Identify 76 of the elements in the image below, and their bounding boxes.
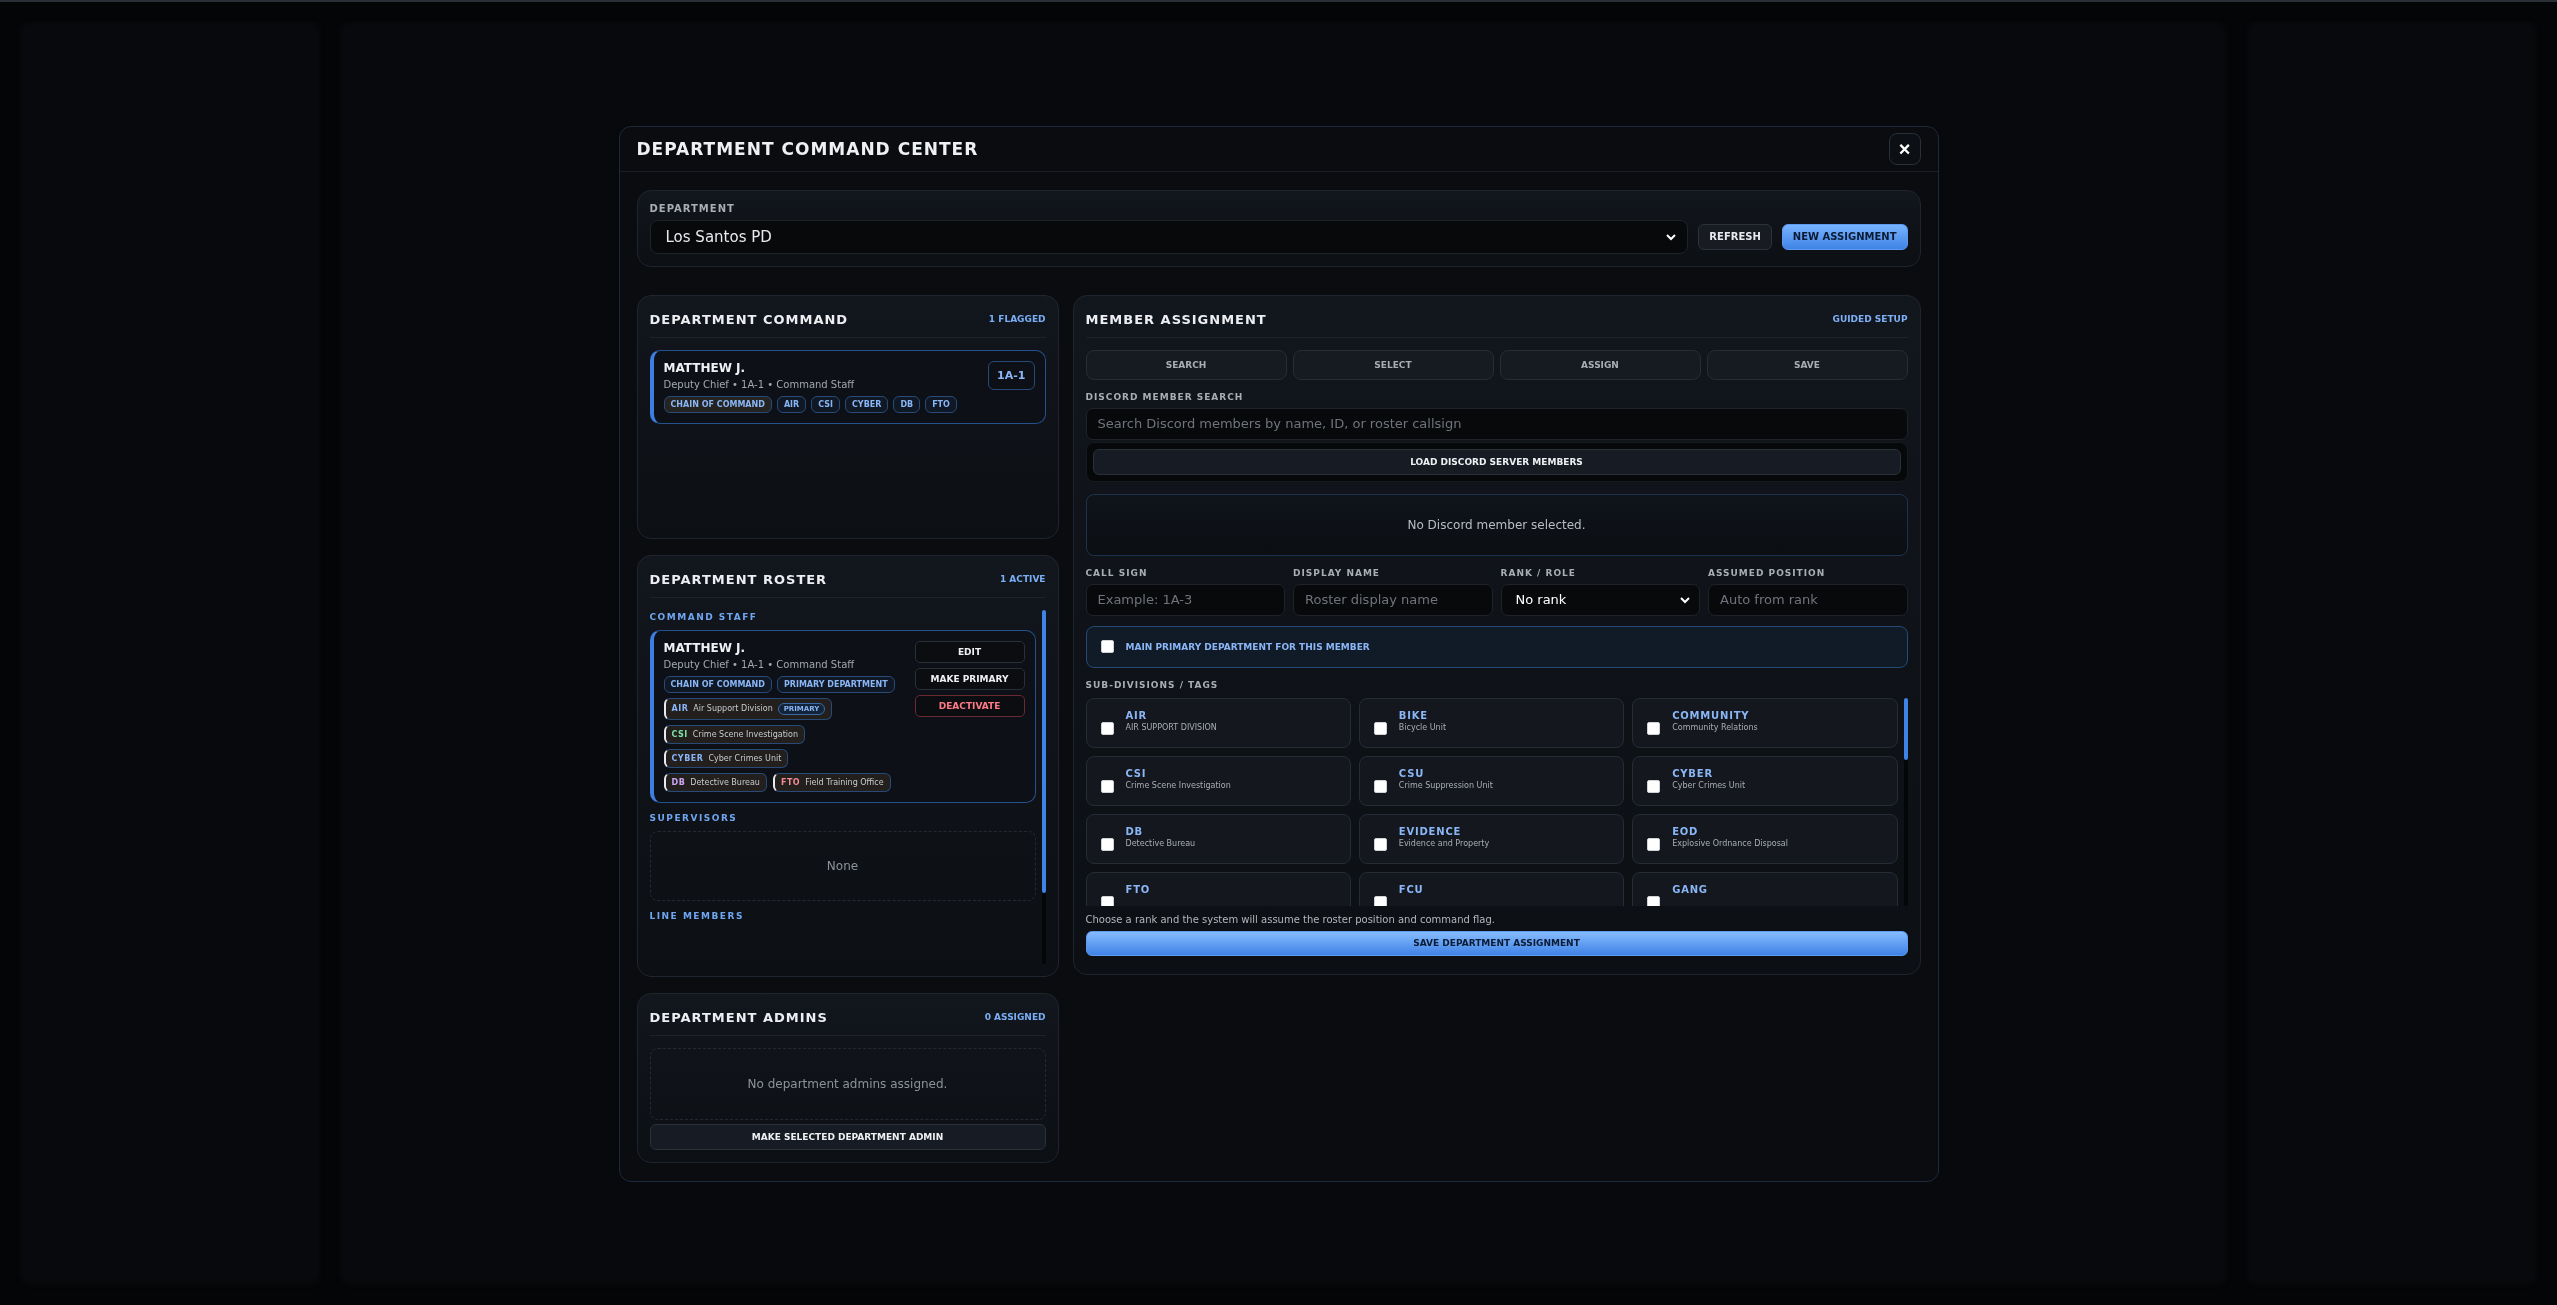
tag-chip: AIR [776, 395, 807, 413]
rank-select[interactable]: No rank [1500, 583, 1700, 616]
tag-option[interactable]: COMMUNITY Community Relations [1632, 697, 1898, 748]
tag-option[interactable]: CSI Crime Scene Investigation [1085, 755, 1351, 806]
member-card[interactable] [649, 629, 1036, 803]
tag-option[interactable]: EOD Explosive Ordnance Disposal [1632, 813, 1898, 864]
tag-chip: CHAIN OF COMMAND [663, 395, 772, 413]
tag-chip: DB [893, 395, 921, 413]
field-label: DISPLAY NAME [1293, 567, 1381, 578]
active-count: 1 ACTIVE [999, 574, 1046, 584]
panel-title: DEPARTMENT COMMAND [649, 311, 849, 327]
tag-chip: CYBER [845, 395, 889, 413]
input-field[interactable]: Example: 1A-3 [1085, 583, 1285, 616]
step-tab[interactable]: SEARCH [1085, 349, 1287, 380]
scrollbar[interactable] [1903, 697, 1908, 906]
assigned-count: 0 ASSIGNED [984, 1012, 1046, 1022]
tag-chip: CSI [811, 395, 840, 413]
close-button[interactable]: × [1888, 132, 1921, 165]
field-label: DISCORD MEMBER SEARCH [1085, 391, 1245, 402]
modal-title: DEPARTMENT COMMAND CENTER [636, 138, 979, 159]
primary-department-checkbox[interactable]: MAIN PRIMARY DEPARTMENT FOR THIS MEMBER [1085, 625, 1908, 668]
field-label: CALL SIGN [1085, 567, 1149, 578]
division-chip: CYBER Cyber Crimes Unit [663, 748, 789, 768]
department-select[interactable]: Los Santos PD [649, 219, 1689, 254]
member-details: Deputy Chief • 1A-1 • Command Staff [663, 658, 856, 670]
tag-chip: CHAIN OF COMMAND [663, 675, 772, 693]
guided-setup-link[interactable]: GUIDED SETUP [1832, 314, 1908, 324]
tag-option[interactable]: EVIDENCE Evidence and Property [1358, 813, 1625, 864]
member-name: MATTHEW J. [663, 640, 747, 655]
step-tab[interactable]: ASSIGN [1499, 349, 1701, 380]
group-heading: SUPERVISORS [649, 812, 739, 823]
tag-chip: PRIMARY DEPARTMENT [776, 675, 895, 693]
group-heading: COMMAND STAFF [649, 611, 759, 622]
hint-text: Choose a rank and the system will assume the roster position and command flag. [1085, 913, 1496, 925]
tag-option[interactable]: FCU [1358, 871, 1625, 906]
member-card[interactable]: MATTHEW J. Deputy Chief • 1A-1 • Command Staff CHAIN OF COMMAND AIR CSI CYBER DB FTO 1A-1 [649, 349, 1046, 424]
search-field[interactable]: Search Discord members by name, ID, or roster callsign [1085, 407, 1908, 440]
scrollbar[interactable] [1041, 609, 1046, 964]
action-button[interactable]: EDIT [914, 640, 1025, 663]
tag-chip: FTO [925, 395, 957, 413]
field-label: SUB-DIVISIONS / TAGS [1085, 679, 1220, 690]
tag-option[interactable]: DB Detective Bureau [1085, 813, 1351, 864]
tag-option[interactable]: GANG [1632, 871, 1898, 906]
step-tab[interactable]: SELECT [1292, 349, 1494, 380]
load-members-button[interactable]: LOAD DISCORD SERVER MEMBERS [1092, 448, 1901, 475]
action-button[interactable]: MAKE PRIMARY [914, 667, 1025, 690]
group-heading: LINE MEMBERS [649, 910, 745, 921]
panel-title: DEPARTMENT ROSTER [649, 571, 828, 587]
member-name: MATTHEW J. [663, 360, 747, 375]
callsign-badge: 1A-1 [988, 360, 1035, 390]
input-field[interactable]: Auto from rank [1708, 583, 1908, 616]
empty-state: No department admins assigned. [649, 1047, 1046, 1120]
division-chip: FTO Field Training Office [772, 772, 891, 792]
save-assignment-button[interactable]: SAVE DEPARTMENT ASSIGNMENT [1085, 930, 1908, 956]
new-assignment-button[interactable]: NEW ASSIGNMENT [1781, 223, 1908, 250]
make-admin-button[interactable]: MAKE SELECTED DEPARTMENT ADMIN [649, 1123, 1046, 1150]
panel-title: DEPARTMENT ADMINS [649, 1009, 828, 1025]
field-label: RANK / ROLE [1500, 567, 1577, 578]
step-tab[interactable]: SAVE [1706, 349, 1908, 380]
refresh-button[interactable]: REFRESH [1698, 223, 1772, 250]
division-chip: CSI Crime Scene Investigation [663, 724, 805, 744]
flagged-count: 1 FLAGGED [988, 314, 1046, 324]
empty-state: None [649, 830, 1036, 901]
panel-title: MEMBER ASSIGNMENT [1085, 311, 1267, 327]
tag-option[interactable]: FTO [1085, 871, 1351, 906]
tag-option[interactable]: BIKE Bicycle Unit [1358, 697, 1625, 748]
tag-option[interactable]: AIR AIR SUPPORT DIVISION [1085, 697, 1351, 748]
member-details: Deputy Chief • 1A-1 • Command Staff [663, 378, 856, 390]
deactivate-button[interactable]: DEACTIVATE [914, 694, 1025, 717]
division-chip: DB Detective Bureau [663, 772, 767, 792]
field-label: ASSUMED POSITION [1708, 567, 1827, 578]
input-field[interactable]: Roster display name [1293, 583, 1493, 616]
tag-option[interactable]: CSU Crime Suppression Unit [1358, 755, 1625, 806]
tag-option[interactable]: CYBER Cyber Crimes Unit [1632, 755, 1898, 806]
selected-member-box: No Discord member selected. [1085, 493, 1908, 556]
field-label: DEPARTMENT [649, 202, 736, 214]
